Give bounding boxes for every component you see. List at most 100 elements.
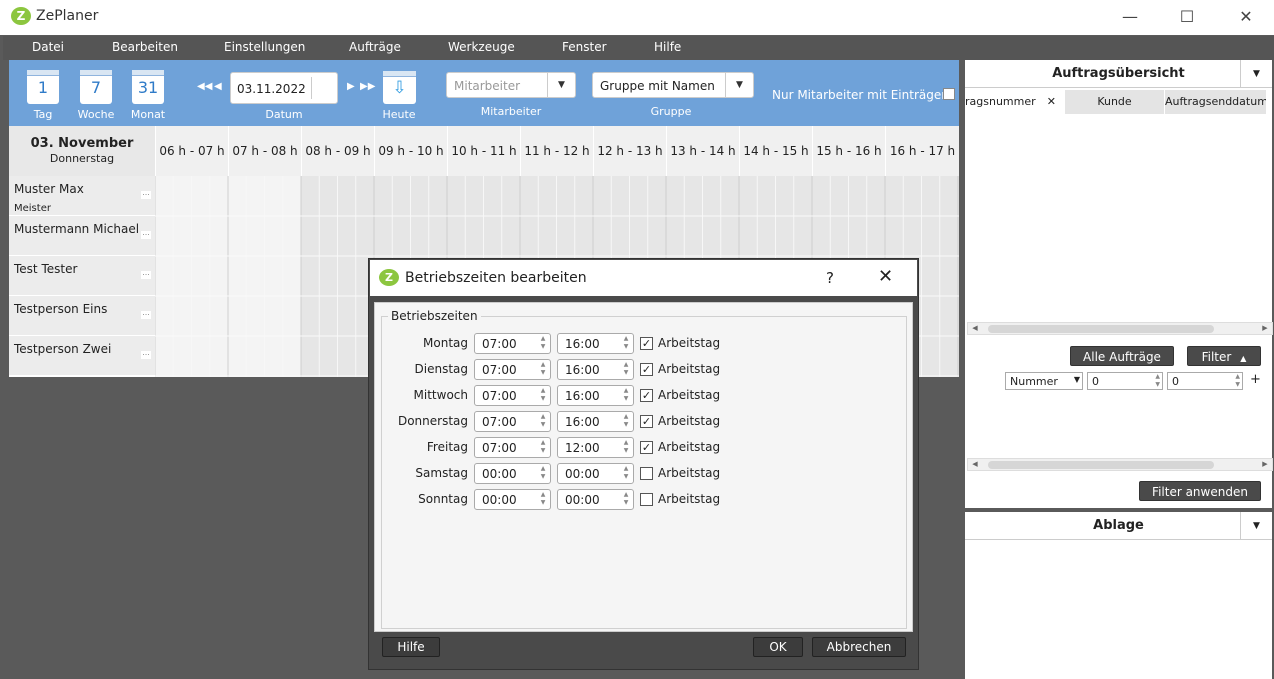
workday-checkbox[interactable]: ✓	[640, 415, 653, 428]
start-time-input[interactable]: 07:00 ▲ ▼	[474, 411, 551, 432]
next-icon[interactable]: ▶	[347, 81, 355, 92]
spinner-icon[interactable]: ▲ ▼	[621, 335, 631, 352]
workday-checkbox[interactable]: ✓	[640, 389, 653, 402]
scroll-thumb[interactable]	[988, 325, 1214, 333]
end-time-input[interactable]: 12:00 ▲ ▼	[557, 437, 634, 458]
employee-row[interactable]: Test Tester ...	[9, 256, 155, 296]
column-header-end-date[interactable]: Auftragsenddatum	[1165, 90, 1267, 114]
spinner-icon[interactable]: ▲ ▼	[621, 387, 631, 404]
help-icon[interactable]: ?	[826, 269, 834, 287]
all-orders-button[interactable]: Alle Aufträge	[1070, 346, 1174, 366]
prev-icon[interactable]: ◀	[214, 81, 222, 92]
scroll-left-icon[interactable]: ◀	[968, 323, 982, 334]
maximize-button[interactable]: ☐	[1167, 4, 1207, 30]
close-icon[interactable]: ✕	[878, 266, 893, 287]
only-with-entries-checkbox[interactable]	[943, 88, 955, 100]
today-button[interactable]: ⇩	[383, 71, 416, 104]
spinner-icon[interactable]: ▲ ▼	[1155, 373, 1160, 389]
more-icon[interactable]: ...	[141, 349, 151, 359]
cancel-button[interactable]: Abbrechen	[812, 637, 906, 657]
filter-field-select[interactable]: Nummer ▼	[1005, 372, 1083, 390]
end-time-input[interactable]: 00:00 ▲ ▼	[557, 489, 634, 510]
filter-from-input[interactable]: 0 ▲ ▼	[1087, 372, 1163, 390]
start-time-input[interactable]: 00:00 ▲ ▼	[474, 463, 551, 484]
storage-title: Ablage	[1093, 518, 1144, 533]
spinner-icon[interactable]: ▲ ▼	[621, 491, 631, 508]
close-button[interactable]: ✕	[1226, 4, 1266, 30]
week-view-button[interactable]: 7	[80, 70, 112, 104]
end-time-input[interactable]: 16:00 ▲ ▼	[557, 411, 634, 432]
month-view-button[interactable]: 31	[132, 70, 164, 104]
scroll-right-icon[interactable]: ▶	[1258, 459, 1272, 470]
menu-einstellungen[interactable]: Einstellungen	[224, 40, 305, 54]
chevron-down-icon[interactable]: ▼	[1240, 60, 1272, 88]
spinner-icon[interactable]: ▲ ▼	[621, 439, 631, 456]
start-time-input[interactable]: 07:00 ▲ ▼	[474, 385, 551, 406]
end-time-input[interactable]: 16:00 ▲ ▼	[557, 333, 634, 354]
workday-checkbox[interactable]	[640, 467, 653, 480]
scroll-left-icon[interactable]: ◀	[968, 459, 982, 470]
menu-fenster[interactable]: Fenster	[562, 40, 607, 54]
spinner-icon[interactable]: ▲ ▼	[621, 413, 631, 430]
next-fast-icon[interactable]: ▶▶	[360, 81, 375, 92]
prev-fast-icon[interactable]: ◀◀	[197, 81, 212, 92]
spinner-icon[interactable]: ▲ ▼	[1235, 373, 1240, 389]
horizontal-scrollbar[interactable]: ◀ ▶	[967, 322, 1273, 335]
more-icon[interactable]: ...	[141, 269, 151, 279]
filter-to-input[interactable]: 0 ▲ ▼	[1167, 372, 1243, 390]
end-time-input[interactable]: 16:00 ▲ ▼	[557, 385, 634, 406]
add-icon[interactable]: +	[1250, 372, 1261, 387]
start-time-input[interactable]: 00:00 ▲ ▼	[474, 489, 551, 510]
minimize-button[interactable]: —	[1110, 4, 1150, 30]
end-time-input[interactable]: 00:00 ▲ ▼	[557, 463, 634, 484]
employee-row[interactable]: Muster Max Meister ...	[9, 176, 155, 216]
close-icon[interactable]: ✕	[1047, 90, 1056, 114]
start-time-input[interactable]: 07:00 ▲ ▼	[474, 359, 551, 380]
employee-row[interactable]: Mustermann Michael ...	[9, 216, 155, 256]
filter-button[interactable]: Filter ▲	[1187, 346, 1261, 366]
menu-werkzeuge[interactable]: Werkzeuge	[448, 40, 515, 54]
spinner-icon[interactable]: ▲ ▼	[538, 413, 548, 430]
more-icon[interactable]: ...	[141, 229, 151, 239]
spinner-icon[interactable]: ▲ ▼	[621, 465, 631, 482]
operating-hours-dialog: Z Betriebszeiten bearbeiten ? ✕ Betriebs…	[368, 258, 919, 670]
start-time-value: 00:00	[482, 493, 517, 507]
more-icon[interactable]: ...	[141, 309, 151, 319]
employee-row[interactable]: Testperson Eins ...	[9, 296, 155, 336]
spinner-icon[interactable]: ▲ ▼	[621, 361, 631, 378]
spinner-icon[interactable]: ▲ ▼	[538, 335, 548, 352]
start-time-input[interactable]: 07:00 ▲ ▼	[474, 333, 551, 354]
hour-header: 09 h - 10 h	[374, 126, 447, 176]
menu-hilfe[interactable]: Hilfe	[654, 40, 681, 54]
scroll-right-icon[interactable]: ▶	[1258, 323, 1272, 334]
spinner-icon[interactable]: ▲ ▼	[538, 439, 548, 456]
date-input[interactable]: 03.11.2022	[230, 72, 338, 104]
column-header-customer[interactable]: Kunde	[1065, 90, 1165, 114]
employee-select[interactable]: Mitarbeiter ▼	[446, 72, 576, 98]
ok-button[interactable]: OK	[753, 637, 803, 657]
menu-auftraege[interactable]: Aufträge	[349, 40, 401, 54]
spinner-icon[interactable]: ▲ ▼	[538, 465, 548, 482]
workday-checkbox[interactable]: ✓	[640, 337, 653, 350]
workday-checkbox[interactable]: ✓	[640, 363, 653, 376]
help-button[interactable]: Hilfe	[382, 637, 440, 657]
apply-filter-button[interactable]: Filter anwenden	[1139, 481, 1261, 501]
start-time-input[interactable]: 07:00 ▲ ▼	[474, 437, 551, 458]
chevron-down-icon[interactable]: ▼	[1240, 512, 1272, 540]
end-time-input[interactable]: 16:00 ▲ ▼	[557, 359, 634, 380]
down-arrow-icon: ⇩	[392, 78, 407, 98]
menu-datei[interactable]: Datei	[32, 40, 64, 54]
spinner-icon[interactable]: ▲ ▼	[538, 491, 548, 508]
scroll-thumb[interactable]	[988, 461, 1214, 469]
group-select[interactable]: Gruppe mit Namen ▼	[592, 72, 754, 98]
column-header-number[interactable]: ragsnummer ✕	[965, 90, 1065, 114]
spinner-icon[interactable]: ▲ ▼	[538, 361, 548, 378]
spinner-icon[interactable]: ▲ ▼	[538, 387, 548, 404]
employee-row[interactable]: Testperson Zwei ...	[9, 336, 155, 376]
more-icon[interactable]: ...	[141, 189, 151, 199]
menu-bearbeiten[interactable]: Bearbeiten	[112, 40, 178, 54]
horizontal-scrollbar[interactable]: ◀ ▶	[967, 458, 1273, 471]
workday-checkbox[interactable]: ✓	[640, 441, 653, 454]
workday-checkbox[interactable]	[640, 493, 653, 506]
day-view-button[interactable]: 1	[27, 70, 59, 104]
